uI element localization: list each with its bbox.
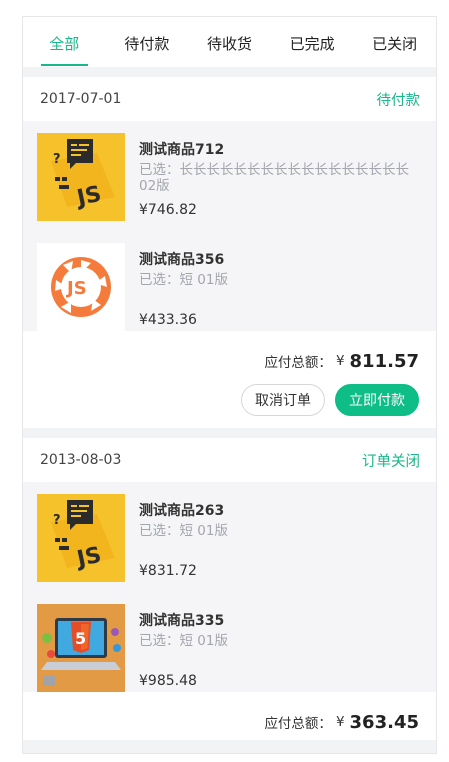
goods-item[interactable]: ? JS 测试商品263 已选：短 01版 ¥831.72 [37,494,436,582]
js-shutter-logo-icon: JS [37,243,125,331]
currency-symbol: ¥ [335,353,345,369]
order-total: 应付总额： ¥ 811.57 [23,343,436,379]
order-header: 2017-07-01 待付款 [23,77,436,121]
goods-price: ¥831.72 [139,563,197,579]
order-date: 2017-07-01 [40,91,122,107]
goods-price: ¥433.36 [139,312,197,328]
order-list-page: 全部 待付款 待收货 已完成 已关闭 2017-07-01 待付款 ? JS 测… [22,16,437,754]
order-card[interactable]: 2017-07-01 待付款 ? JS 测试商品712 已选：长长长长长长长长长… [23,77,436,428]
svg-text:JS: JS [65,278,87,299]
goods-price: ¥985.48 [139,673,197,689]
goods-spec: 已选：短 01版 [139,633,228,649]
goods-item[interactable]: ? JS 测试商品712 已选：长长长长长长长长长长长长长长长长长 02版 ¥7… [37,133,436,221]
tab-all[interactable]: 全部 [23,17,106,66]
tab-pending-receipt[interactable]: 待收货 [188,17,271,54]
cancel-order-button[interactable]: 取消订单 [241,384,325,416]
goods-item[interactable]: JS 测试商品356 已选：短 01版 ¥433.36 [37,243,436,331]
goods-name: 测试商品356 [139,252,225,268]
currency-symbol: ¥ [335,714,345,730]
total-amount: 811.57 [349,350,419,372]
tab-closed[interactable]: 已关闭 [353,17,436,54]
order-card[interactable]: 2013-08-03 订单关闭 ? JS 测试商品263 已选：短 01版 ¥8… [23,438,436,740]
total-label: 应付总额： [264,716,332,732]
svg-text:?: ? [53,152,61,167]
goods-spec: 已选：长长长长长长长长长长长长长长长长长 02版 [139,162,409,194]
order-total: 应付总额： ¥ 363.45 [23,704,436,740]
order-actions: 取消订单 立即付款 [23,379,436,428]
html5-laptop-icon: 5 [37,604,125,692]
status-tabs: 全部 待付款 待收货 已完成 已关闭 [23,17,436,67]
goods-name: 测试商品263 [139,503,225,519]
js-sticky-note-icon: ? JS [37,133,125,221]
goods-list: ? JS 测试商品712 已选：长长长长长长长长长长长长长长长长长 02版 ¥7… [23,121,436,331]
tab-pending-payment[interactable]: 待付款 [106,17,189,54]
order-header: 2013-08-03 订单关闭 [23,438,436,482]
tab-completed[interactable]: 已完成 [271,17,354,54]
goods-name: 测试商品712 [139,142,225,158]
goods-price: ¥746.82 [139,202,197,218]
js-sticky-note-icon: ? JS [37,494,125,582]
pay-now-button[interactable]: 立即付款 [335,384,419,416]
order-status: 待付款 [376,92,421,109]
goods-list: ? JS 测试商品263 已选：短 01版 ¥831.72 5 测试商品335 … [23,482,436,692]
goods-spec: 已选：短 01版 [139,272,228,288]
total-amount: 363.45 [349,711,419,733]
order-date: 2013-08-03 [40,452,122,468]
order-status: 订单关闭 [362,453,420,470]
svg-text:5: 5 [75,629,86,648]
goods-item[interactable]: 5 测试商品335 已选：短 01版 ¥985.48 [37,604,436,692]
svg-text:?: ? [53,513,61,528]
goods-name: 测试商品335 [139,613,225,629]
total-label: 应付总额： [264,355,332,371]
goods-spec: 已选：短 01版 [139,523,228,539]
